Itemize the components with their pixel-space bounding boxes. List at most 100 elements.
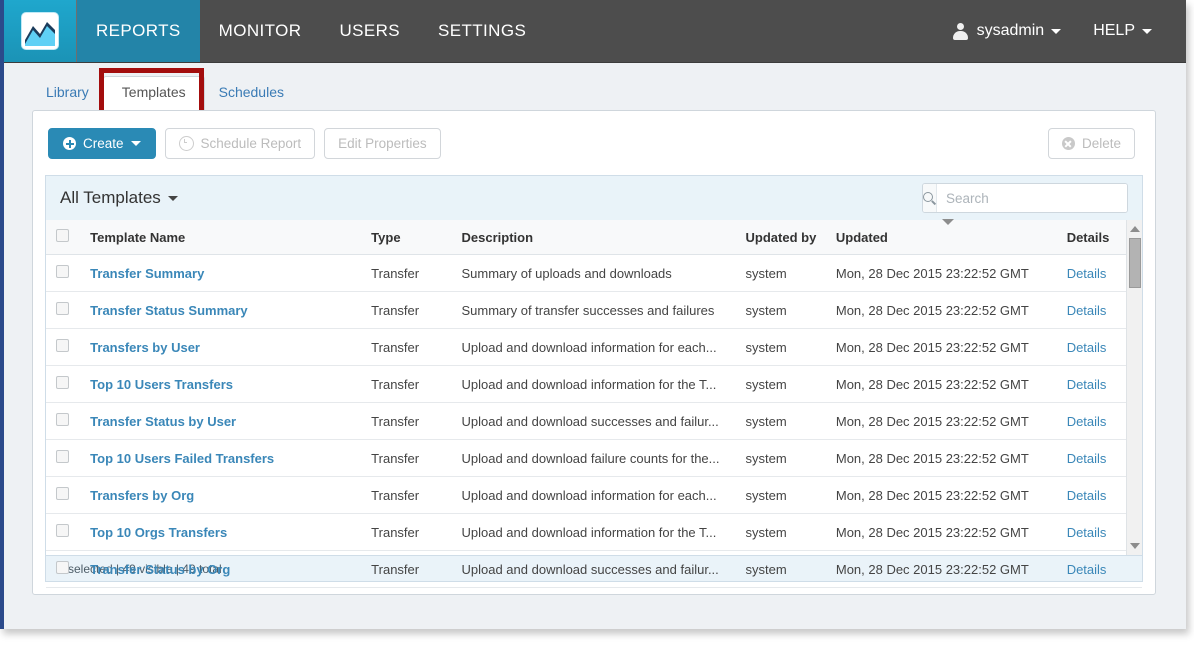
details-link[interactable]: Details bbox=[1067, 451, 1107, 466]
create-button-label: Create bbox=[83, 136, 124, 151]
primary-nav-items: REPORTS MONITOR USERS SETTINGS bbox=[77, 0, 545, 62]
row-updated-cell: Mon, 28 Dec 2015 23:22:52 GMT bbox=[835, 402, 1067, 440]
template-name-link[interactable]: Top 10 Users Failed Transfers bbox=[90, 451, 274, 466]
app-logo[interactable] bbox=[4, 0, 77, 62]
delete-button[interactable]: Delete bbox=[1047, 128, 1135, 159]
row-select-cell[interactable] bbox=[46, 550, 91, 588]
row-template-name-cell: Transfer Status by User bbox=[90, 402, 372, 440]
edit-properties-button[interactable]: Edit Properties bbox=[324, 128, 441, 159]
nav-item-monitor[interactable]: MONITOR bbox=[200, 0, 321, 62]
row-checkbox[interactable] bbox=[56, 487, 69, 500]
table-vertical-scrollbar[interactable] bbox=[1126, 220, 1142, 555]
create-button[interactable]: Create bbox=[48, 128, 156, 159]
chevron-down-icon bbox=[167, 195, 178, 201]
table-row[interactable]: Top 10 Users Failed Transfers Transfer U… bbox=[46, 439, 1142, 477]
row-details-cell: Details bbox=[1066, 550, 1142, 588]
table-row[interactable]: Top 10 Orgs Transfers Transfer Upload an… bbox=[46, 513, 1142, 551]
row-checkbox[interactable] bbox=[56, 376, 69, 389]
table-row[interactable]: Transfers by Org Transfer Upload and dow… bbox=[46, 476, 1142, 514]
row-description-cell: Upload and download information for each… bbox=[461, 328, 746, 366]
templates-panel: Create Schedule Report Edit Properties D… bbox=[32, 110, 1156, 595]
column-select-all[interactable] bbox=[46, 220, 91, 255]
sub-tab-bar: Library Templates Schedules bbox=[4, 63, 1186, 115]
nav-item-monitor-label: MONITOR bbox=[218, 21, 302, 40]
template-name-link[interactable]: Transfers by Org bbox=[90, 488, 194, 503]
table-row[interactable]: Transfer Status Summary Transfer Summary… bbox=[46, 291, 1142, 329]
row-updated-by-cell: system bbox=[745, 365, 836, 403]
row-checkbox[interactable] bbox=[56, 339, 69, 352]
details-link[interactable]: Details bbox=[1067, 303, 1107, 318]
nav-item-reports[interactable]: REPORTS bbox=[77, 0, 200, 62]
row-template-name-cell: Top 10 Users Transfers bbox=[90, 365, 372, 403]
row-checkbox[interactable] bbox=[56, 302, 69, 315]
nav-item-settings[interactable]: SETTINGS bbox=[419, 0, 545, 62]
details-link[interactable]: Details bbox=[1067, 377, 1107, 392]
template-name-link[interactable]: Transfer Status by Org bbox=[90, 562, 230, 577]
row-select-cell[interactable] bbox=[46, 328, 91, 366]
template-name-link[interactable]: Top 10 Orgs Transfers bbox=[90, 525, 227, 540]
templates-toolbar: Create Schedule Report Edit Properties D… bbox=[33, 111, 1155, 175]
user-menu[interactable]: sysadmin bbox=[936, 22, 1078, 40]
nav-item-users[interactable]: USERS bbox=[320, 0, 419, 62]
column-updated[interactable]: Updated bbox=[835, 219, 1067, 255]
row-checkbox[interactable] bbox=[56, 561, 69, 574]
row-checkbox[interactable] bbox=[56, 450, 69, 463]
toolbar-right-group: Delete bbox=[1047, 128, 1135, 159]
schedule-report-button[interactable]: Schedule Report bbox=[164, 128, 316, 159]
details-link[interactable]: Details bbox=[1067, 340, 1107, 355]
row-checkbox[interactable] bbox=[56, 524, 69, 537]
tab-templates[interactable]: Templates bbox=[102, 76, 205, 111]
row-checkbox[interactable] bbox=[56, 413, 69, 426]
list-header-bar: All Templates bbox=[45, 175, 1143, 220]
row-updated-by-cell: system bbox=[745, 402, 836, 440]
template-name-link[interactable]: Top 10 Users Transfers bbox=[90, 377, 233, 392]
table-row[interactable]: Transfer Status by Org Transfer Upload a… bbox=[46, 550, 1142, 588]
row-updated-cell: Mon, 28 Dec 2015 23:22:52 GMT bbox=[835, 291, 1067, 329]
row-template-name-cell: Transfer Status by Org bbox=[90, 550, 372, 588]
row-checkbox[interactable] bbox=[56, 265, 69, 278]
tab-library[interactable]: Library bbox=[32, 77, 103, 110]
help-menu-label: HELP bbox=[1093, 22, 1135, 39]
row-select-cell[interactable] bbox=[46, 513, 91, 551]
details-link[interactable]: Details bbox=[1067, 525, 1107, 540]
table-row[interactable]: Transfer Status by User Transfer Upload … bbox=[46, 402, 1142, 440]
details-link[interactable]: Details bbox=[1067, 414, 1107, 429]
select-all-checkbox[interactable] bbox=[56, 229, 69, 242]
details-link[interactable]: Details bbox=[1067, 562, 1107, 577]
row-select-cell[interactable] bbox=[46, 476, 91, 514]
scrollbar-thumb[interactable] bbox=[1129, 238, 1141, 288]
table-row[interactable]: Transfer Summary Transfer Summary of upl… bbox=[46, 254, 1142, 292]
column-template-name[interactable]: Template Name bbox=[90, 220, 372, 255]
row-description-cell: Summary of uploads and downloads bbox=[461, 254, 746, 292]
column-updated-by[interactable]: Updated by bbox=[745, 220, 836, 255]
all-templates-dropdown[interactable]: All Templates bbox=[60, 188, 178, 208]
details-link[interactable]: Details bbox=[1067, 488, 1107, 503]
details-link[interactable]: Details bbox=[1067, 266, 1107, 281]
row-updated-cell: Mon, 28 Dec 2015 23:22:52 GMT bbox=[835, 439, 1067, 477]
row-template-name-cell: Transfer Status Summary bbox=[90, 291, 372, 329]
row-select-cell[interactable] bbox=[46, 439, 91, 477]
scroll-down-icon[interactable] bbox=[1130, 543, 1140, 549]
tab-schedules[interactable]: Schedules bbox=[205, 77, 298, 110]
column-type[interactable]: Type bbox=[371, 220, 462, 255]
column-description-label: Description bbox=[461, 229, 534, 245]
template-name-link[interactable]: Transfer Summary bbox=[90, 266, 204, 281]
help-menu[interactable]: HELP bbox=[1077, 22, 1168, 40]
template-name-link[interactable]: Transfers by User bbox=[90, 340, 200, 355]
search-input[interactable] bbox=[937, 184, 1127, 212]
table-row[interactable]: Top 10 Users Transfers Transfer Upload a… bbox=[46, 365, 1142, 403]
row-select-cell[interactable] bbox=[46, 254, 91, 292]
row-select-cell[interactable] bbox=[46, 402, 91, 440]
row-updated-by-cell: system bbox=[745, 550, 836, 588]
table-row[interactable]: Transfers by User Transfer Upload and do… bbox=[46, 328, 1142, 366]
search-button[interactable] bbox=[923, 184, 937, 212]
template-name-link[interactable]: Transfer Status Summary bbox=[90, 303, 248, 318]
scroll-up-icon[interactable] bbox=[1130, 226, 1140, 232]
row-select-cell[interactable] bbox=[46, 365, 91, 403]
top-navigation-bar: REPORTS MONITOR USERS SETTINGS sysadmin … bbox=[4, 0, 1186, 63]
row-type-cell: Transfer bbox=[371, 550, 462, 588]
row-select-cell[interactable] bbox=[46, 291, 91, 329]
column-description[interactable]: Description bbox=[461, 220, 746, 255]
top-navigation-right: sysadmin HELP bbox=[936, 0, 1186, 62]
template-name-link[interactable]: Transfer Status by User bbox=[90, 414, 236, 429]
